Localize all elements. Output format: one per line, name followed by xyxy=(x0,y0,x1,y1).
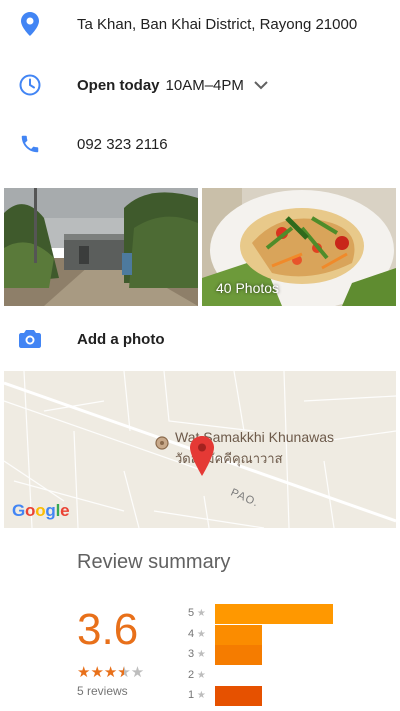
rating-bar-fill xyxy=(215,604,333,624)
phone-number: 092 323 2116 xyxy=(77,135,168,153)
address-row[interactable]: Ta Khan, Ban Khai District, Rayong 21000 xyxy=(0,4,400,44)
stars-empty: ★ xyxy=(130,664,145,681)
hours-range: 10AM–4PM xyxy=(165,76,244,94)
rating-bar-row-2: 2 ★ xyxy=(188,666,388,686)
red-pin-icon xyxy=(190,436,214,481)
rating-bar-fill xyxy=(215,645,262,665)
rating-bar-fill xyxy=(215,686,262,706)
chevron-down-icon[interactable] xyxy=(252,76,270,94)
add-photo-label: Add a photo xyxy=(77,330,165,348)
hours-text: Open today 10AM–4PM xyxy=(77,77,244,94)
rating-bar-track xyxy=(215,624,355,645)
average-rating: 3.6 xyxy=(77,605,139,654)
rating-bar-row-3: 3 ★ xyxy=(188,645,388,665)
rating-bar-row-1: 1 ★ xyxy=(188,686,388,706)
rating-bar-row-4: 4 ★ xyxy=(188,624,388,645)
rating-bar-track xyxy=(215,645,355,665)
star-icon: ★ xyxy=(194,628,206,640)
stars-filled: ★★★ xyxy=(77,664,118,681)
location-pin-icon xyxy=(18,12,42,36)
review-summary-title: Review summary xyxy=(77,551,231,573)
rating-bar-row-5: 5 ★ xyxy=(188,604,388,624)
hours-status: Open today xyxy=(77,76,160,94)
photo-count: 40 Photos xyxy=(216,280,280,296)
phone-icon xyxy=(18,132,42,156)
add-photo-row[interactable]: Add a photo xyxy=(0,319,400,359)
star-icon: ★ xyxy=(194,690,206,701)
rating-bar-label: 5 ★ xyxy=(188,607,214,619)
star-icon: ★ xyxy=(194,608,206,619)
rating-bar-fill xyxy=(215,624,262,645)
phone-row[interactable]: 092 323 2116 xyxy=(0,124,400,164)
rating-bar-label: 1 ★ xyxy=(188,689,214,701)
rating-bar-track xyxy=(215,666,355,686)
hours-row[interactable]: Open today 10AM–4PM xyxy=(0,65,400,105)
place-marker-icon xyxy=(154,435,170,456)
rating-bar-track xyxy=(215,686,355,706)
photo-food[interactable]: 40 Photos xyxy=(202,188,396,306)
clock-icon xyxy=(18,73,42,97)
rating-bar-label: 4 ★ xyxy=(188,628,214,640)
camera-icon xyxy=(18,327,42,351)
star-rating: ★★★★★★ xyxy=(77,663,144,681)
star-icon: ★ xyxy=(194,649,206,660)
rating-bar-track xyxy=(215,604,355,624)
address-text: Ta Khan, Ban Khai District, Rayong 21000 xyxy=(77,15,358,33)
star-icon: ★ xyxy=(194,669,206,681)
star-half: ★★ xyxy=(117,664,131,681)
review-count: 5 reviews xyxy=(77,684,128,698)
photo-street-view[interactable] xyxy=(4,188,198,306)
google-logo: Google xyxy=(12,501,70,520)
rating-bar-label: 2 ★ xyxy=(188,669,214,681)
map-view[interactable]: Wat Samakkhi Khunawas วัดสามัคคีคุณาวาส … xyxy=(4,371,396,528)
rating-bar-label: 3 ★ xyxy=(188,648,214,660)
